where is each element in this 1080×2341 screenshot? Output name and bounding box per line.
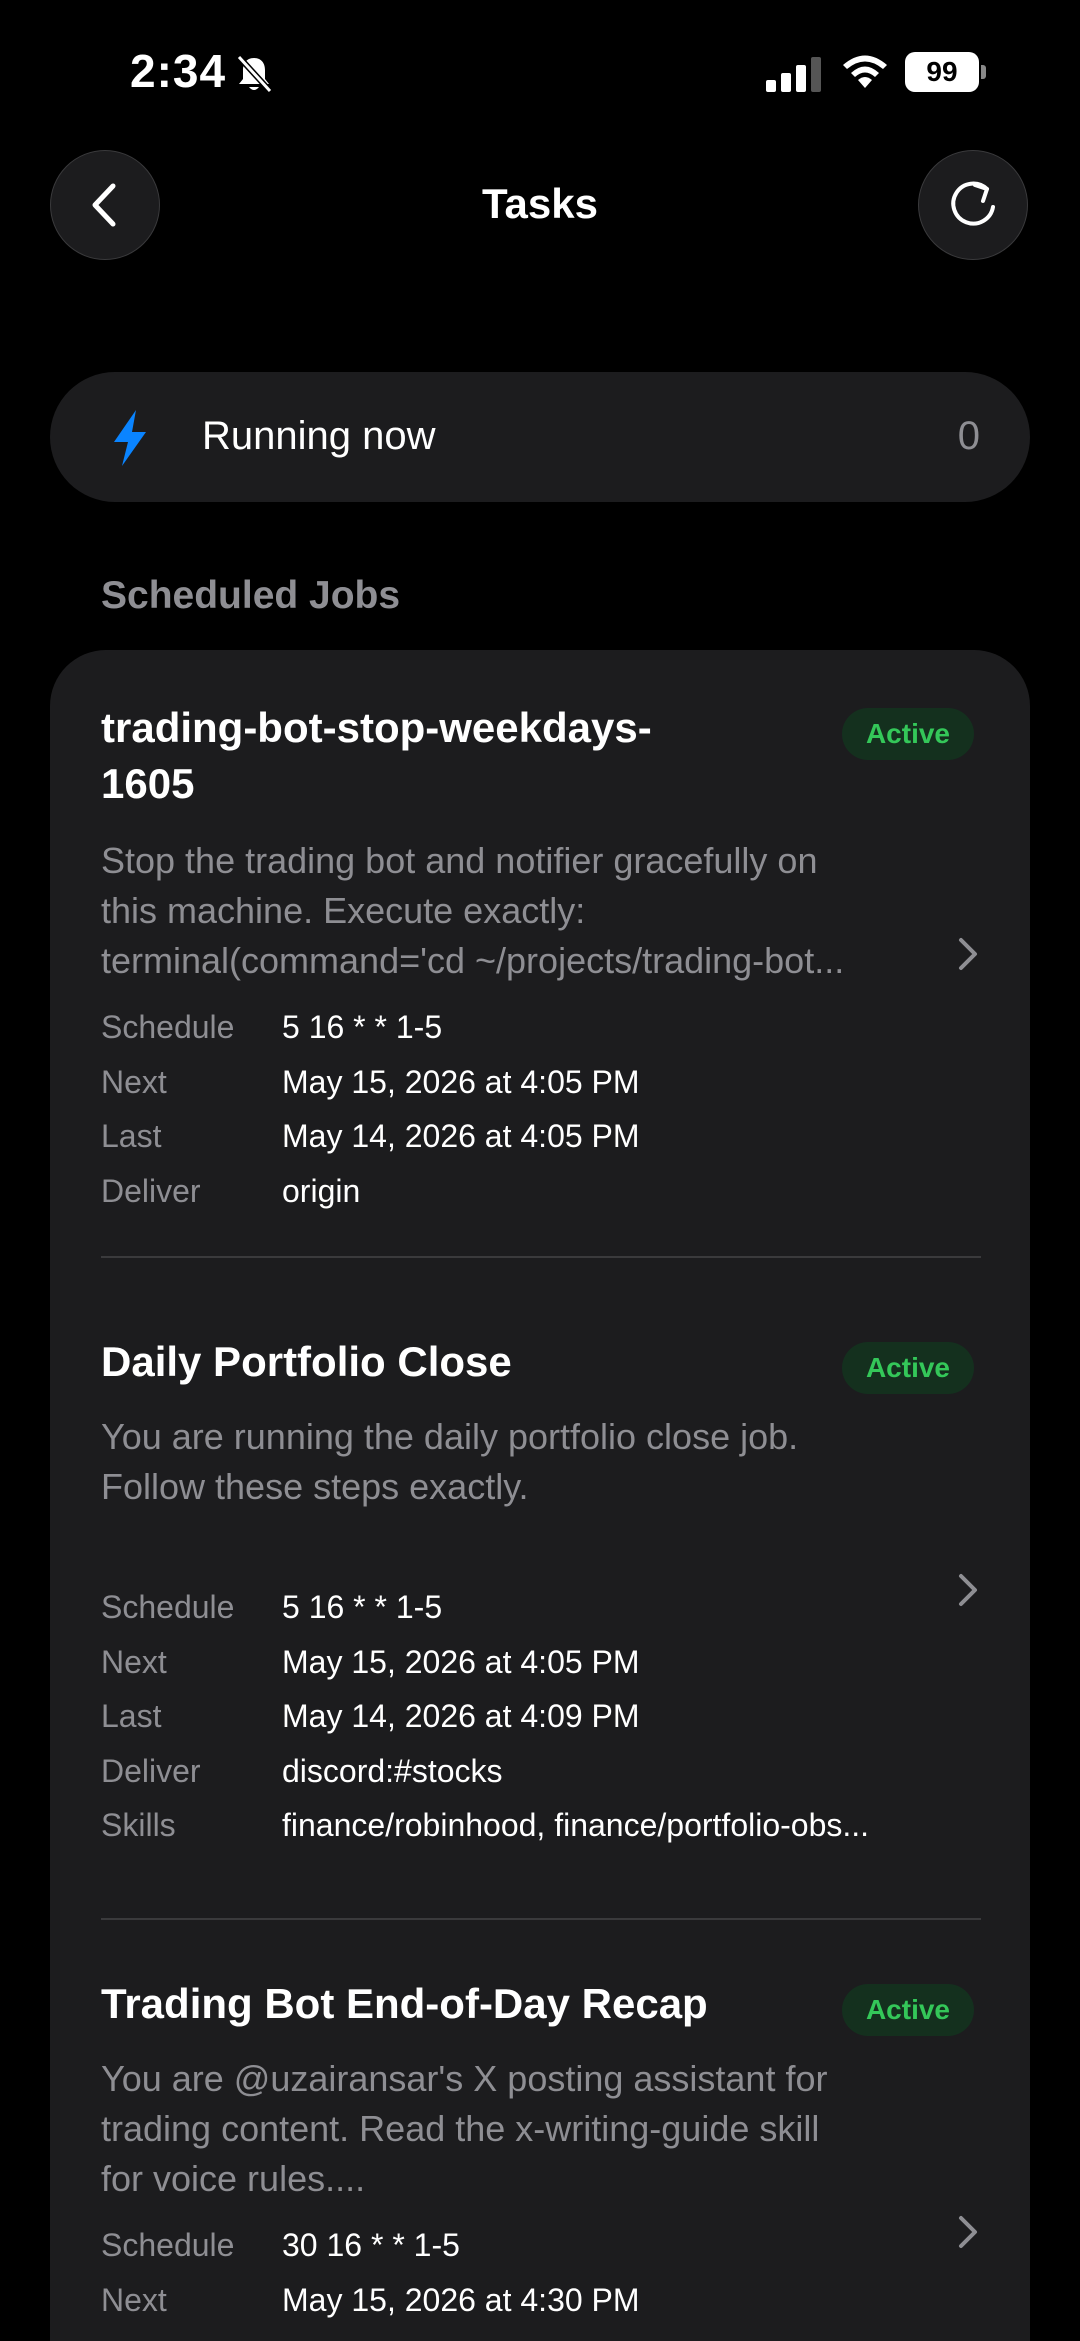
wifi-icon — [843, 55, 887, 88]
job-description-line: terminal(command='cd ~/projects/trading-… — [101, 940, 845, 981]
meta-key-deliver: Deliver — [101, 1172, 201, 1209]
status-time: 2:34 — [130, 45, 227, 97]
meta-key-next: Next — [101, 2281, 167, 2318]
divider — [101, 1918, 981, 1920]
lightning-bolt-icon — [114, 410, 146, 466]
status-badge: Active — [841, 708, 974, 760]
battery-tip — [981, 65, 986, 79]
chevron-right-icon — [959, 2216, 977, 2248]
job-description: You are running the daily portfolio clos… — [101, 1412, 931, 1512]
meta-key-last: Last — [101, 1118, 162, 1154]
chevron-right-icon — [959, 938, 977, 970]
job-title: trading-bot-stop-weekdays-1605 — [101, 704, 652, 807]
section-title-scheduled-jobs: Scheduled Jobs — [101, 574, 401, 617]
scheduled-jobs-card: trading-bot-stop-weekdays-1605 Stop the … — [50, 650, 1030, 2341]
job-meta: Schedule 5 16 * * 1-5 Next May 15, 2026 at… — [101, 1580, 981, 1853]
meta-value-skills: finance/robinhood, finance/portfolio-obs… — [282, 1807, 870, 1843]
meta-value-last: May 14, 2026 at 4:09 PM — [282, 1698, 640, 1734]
job-meta: Schedule 30 16 * * 1-5 Next May 15, 2026 a… — [101, 2218, 981, 2327]
job-item[interactable]: Daily Portfolio Close You are running th… — [101, 1334, 981, 1853]
meta-key-skills: Skills — [101, 1807, 176, 1843]
divider — [101, 1256, 981, 1258]
status-badge: Active — [841, 1342, 974, 1394]
meta-value-schedule: 5 16 * * 1-5 — [282, 1589, 443, 1625]
refresh-icon — [951, 181, 995, 226]
job-description-line: for voice rules.... — [101, 2158, 366, 2199]
meta-key-schedule: Schedule — [101, 1589, 235, 1625]
refresh-button[interactable] — [918, 150, 1028, 260]
job-description-line: Follow these steps exactly. — [101, 1466, 529, 1507]
running-now-count: 0 — [957, 414, 980, 458]
meta-value-next: May 15, 2026 at 4:05 PM — [282, 1643, 640, 1680]
meta-key-schedule: Schedule — [101, 1009, 235, 1045]
job-item[interactable]: trading-bot-stop-weekdays-1605 Stop the … — [101, 700, 981, 1218]
job-description-line: this machine. Execute exactly: — [101, 890, 586, 931]
cellular-signal-icon — [766, 57, 821, 92]
meta-value-last: May 14, 2026 at 4:05 PM — [282, 1118, 640, 1154]
job-description-line: Stop the trading bot and notifier gracef… — [101, 840, 818, 881]
running-now-label: Running now — [202, 414, 436, 458]
meta-key-schedule: Schedule — [101, 2227, 235, 2263]
job-description: You are @uzairansar's X posting assistan… — [101, 2054, 931, 2204]
meta-value-schedule: 5 16 * * 1-5 — [282, 1009, 443, 1045]
battery-indicator: 99 — [905, 52, 986, 92]
job-description-line: You are running the daily portfolio clos… — [101, 1416, 799, 1457]
chevron-right-icon — [959, 1574, 977, 1606]
meta-value-next: May 15, 2026 at 4:05 PM — [282, 1063, 640, 1100]
job-meta: Schedule 5 16 * * 1-5 Next May 15, 2026 at… — [101, 1000, 981, 1218]
running-now-row[interactable]: Running now 0 — [50, 372, 1030, 502]
meta-value-next: May 15, 2026 at 4:30 PM — [282, 2281, 640, 2318]
job-description-line: You are @uzairansar's X posting assistan… — [101, 2058, 828, 2099]
status-bar: 2:34 99 — [0, 0, 1080, 150]
bell-muted-icon — [236, 54, 273, 94]
battery-level: 99 — [905, 52, 979, 92]
meta-key-next: Next — [101, 1063, 167, 1100]
meta-key-last: Last — [101, 1698, 162, 1734]
job-title: Daily Portfolio Close — [101, 1338, 512, 1385]
meta-value-deliver: discord:#stocks — [282, 1752, 503, 1789]
meta-value-deliver: origin — [282, 1172, 361, 1209]
job-description: Stop the trading bot and notifier gracef… — [101, 836, 931, 986]
status-badge: Active — [841, 1984, 974, 2036]
meta-value-schedule: 30 16 * * 1-5 — [282, 2227, 460, 2263]
meta-key-deliver: Deliver — [101, 1752, 201, 1789]
meta-key-next: Next — [101, 1643, 167, 1680]
job-title: Trading Bot End-of-Day Recap — [101, 1980, 708, 2027]
job-description-line: trading content. Read the x-writing-guid… — [101, 2108, 820, 2149]
